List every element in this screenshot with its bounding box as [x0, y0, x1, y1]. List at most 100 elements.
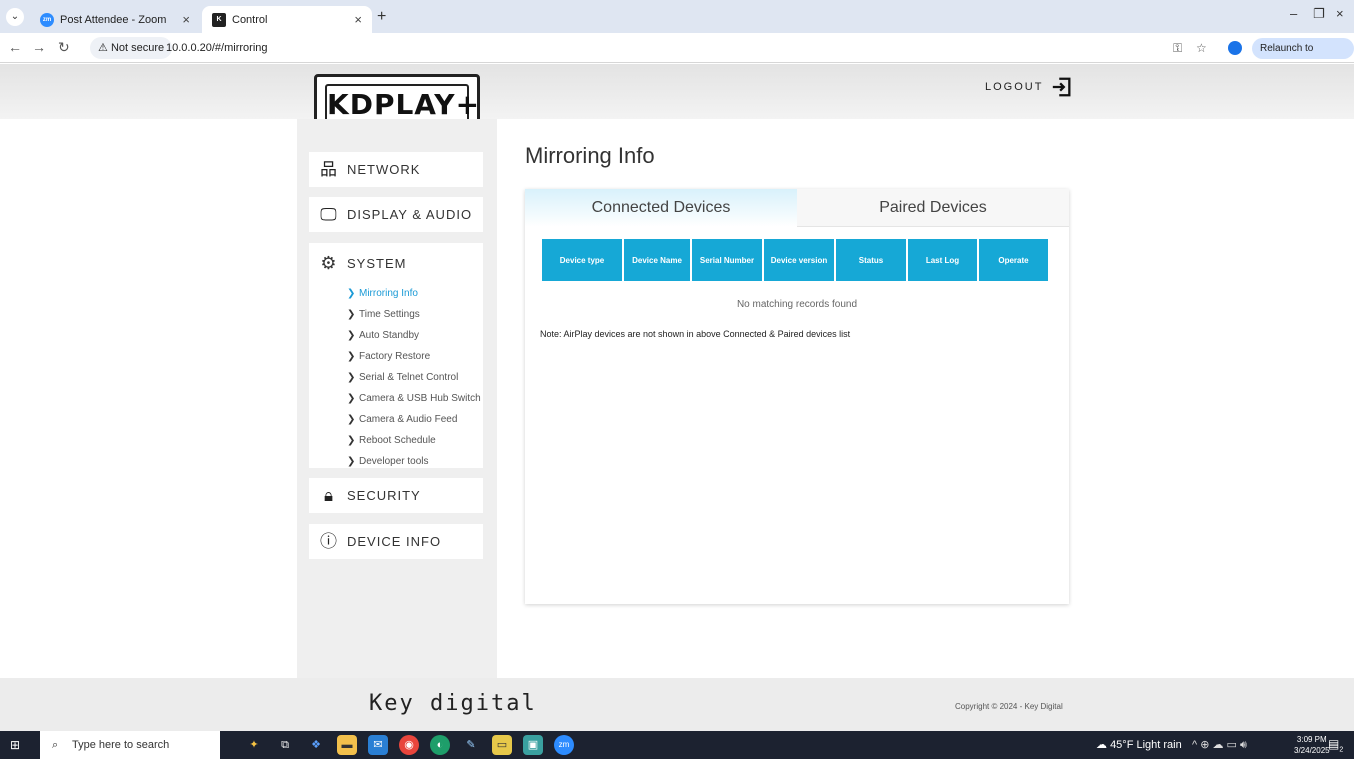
search-icon: ⌕ — [52, 739, 59, 751]
column-header-device-name[interactable]: Device Name — [624, 239, 690, 281]
browser-tab-control[interactable]: K Control × — [202, 6, 372, 33]
task-view-icon[interactable]: ⧉ — [275, 735, 295, 755]
copilot-icon[interactable]: ✦ — [244, 735, 264, 755]
security-label: Not secure — [110, 42, 165, 54]
search-placeholder: Type here to search — [72, 739, 170, 751]
logout-button[interactable]: LOGOUT — [985, 76, 1073, 98]
restore-icon[interactable]: ❐ — [1313, 6, 1325, 22]
submenu-label: Reboot Schedule — [359, 435, 436, 446]
logo-text: KDPLAY+ — [325, 84, 479, 122]
table-header-row: Device type Device Name Serial Number De… — [542, 239, 1048, 281]
forward-icon[interactable]: → — [32, 39, 46, 55]
submenu-factory-restore[interactable]: ❯ Factory Restore — [347, 346, 483, 367]
clock-date: 3/24/2025 — [1294, 746, 1330, 755]
submenu-label: Serial & Telnet Control — [359, 372, 459, 383]
column-header-status[interactable]: Status — [836, 239, 906, 281]
zoom-taskbar-icon[interactable]: zm — [554, 735, 574, 755]
key-digital-logo: Key digital — [369, 691, 537, 716]
tab-paired-devices[interactable]: Paired Devices — [797, 189, 1069, 227]
tab-search-button[interactable]: ⌄ — [6, 8, 24, 26]
column-header-device-version[interactable]: Device version — [764, 239, 834, 281]
submenu-camera-audio-feed[interactable]: ❯ Camera & Audio Feed — [347, 409, 483, 430]
browser-tabstrip: ⌄ zm Post Attendee - Zoom × K Control × … — [0, 0, 1354, 33]
sidebar-item-security[interactable]: 🔒︎ SECURITY — [309, 478, 483, 513]
app-icon[interactable]: ▣ — [523, 735, 543, 755]
submenu-reboot-schedule[interactable]: ❯ Reboot Schedule — [347, 430, 483, 451]
close-tab-icon[interactable]: × — [182, 12, 190, 27]
close-window-icon[interactable]: × — [1336, 6, 1344, 21]
widgets-icon[interactable]: ❖ — [306, 735, 326, 755]
chevron-right-icon: ❯ — [347, 456, 356, 467]
submenu-label: Auto Standby — [359, 330, 420, 341]
close-tab-icon[interactable]: × — [354, 12, 362, 27]
column-header-device-type[interactable]: Device type — [542, 239, 622, 281]
remote-desktop-icon[interactable]: ▭ — [492, 735, 512, 755]
not-secure-chip[interactable]: ⚠ Not secure — [90, 37, 173, 59]
sidebar-item-system[interactable]: ⚙ SYSTEM — [309, 243, 483, 273]
password-key-icon[interactable]: ⚿ — [1173, 41, 1182, 56]
page-title: Mirroring Info — [525, 143, 655, 168]
system-tray[interactable]: ^ ⊕ ☁ ▭ 🔊︎ — [1192, 731, 1247, 759]
sidebar-item-network[interactable]: 品 NETWORK — [309, 152, 483, 187]
gear-icon: ⚙ — [320, 253, 338, 273]
airplay-note: Note: AirPlay devices are not shown in a… — [540, 329, 851, 339]
taskbar-clock[interactable]: 3:09 PM 3/24/2025 — [1294, 734, 1330, 756]
submenu-developer-tools[interactable]: ❯ Developer tools — [347, 451, 483, 472]
chevron-right-icon: ❯ — [347, 393, 356, 404]
column-header-operate[interactable]: Operate — [979, 239, 1048, 281]
submenu-camera-usb-hub-switch[interactable]: ❯ Camera & USB Hub Switch — [347, 388, 483, 409]
profile-avatar[interactable] — [1228, 41, 1242, 55]
devices-table: Device type Device Name Serial Number De… — [540, 239, 1050, 281]
edge-icon[interactable]: ◐ — [430, 735, 450, 755]
zoom-icon: zm — [40, 12, 54, 27]
app-icon[interactable]: ✎ — [461, 735, 481, 755]
page-left-background — [0, 119, 297, 678]
submenu-time-settings[interactable]: ❯ Time Settings — [347, 304, 483, 325]
back-icon[interactable]: ← — [8, 39, 22, 55]
logout-label: LOGOUT — [985, 81, 1044, 93]
chevron-right-icon: ❯ — [347, 288, 356, 299]
sidebar-item-label: SYSTEM — [347, 255, 407, 271]
page-footer: Key digital Copyright © 2024 - Key Digit… — [0, 678, 1354, 731]
page-header: KDPLAY+ LOGOUT — [0, 64, 1354, 132]
mail-icon[interactable]: ✉ — [368, 735, 388, 755]
minimize-icon[interactable]: – — [1290, 6, 1297, 21]
column-header-last-log[interactable]: Last Log — [908, 239, 977, 281]
reload-icon[interactable]: ↻ — [58, 39, 70, 56]
notification-icon[interactable]: ▤2 — [1328, 737, 1343, 753]
submenu-label: Time Settings — [359, 309, 420, 320]
clock-time: 3:09 PM — [1296, 735, 1327, 744]
submenu-auto-standby[interactable]: ❯ Auto Standby — [347, 325, 483, 346]
tab-connected-devices[interactable]: Connected Devices — [525, 189, 797, 227]
sidebar-item-label: NETWORK — [347, 162, 421, 177]
sidebar-item-device-info[interactable]: ⓘ DEVICE INFO — [309, 524, 483, 559]
chrome-icon[interactable]: ◉ — [399, 735, 419, 755]
windows-start-icon[interactable]: ⊞ — [10, 738, 20, 752]
weather-widget[interactable]: ☁ 45°F Light rain — [1096, 731, 1182, 759]
sidebar-item-label: SECURITY — [347, 488, 421, 503]
main-content: Mirroring Info Connected Devices Paired … — [497, 119, 1354, 678]
chevron-right-icon: ❯ — [347, 414, 356, 425]
bookmark-star-icon[interactable]: ☆ — [1196, 41, 1207, 55]
empty-table-message: No matching records found — [736, 299, 858, 310]
sidebar-item-display-audio[interactable]: 🖵 DISPLAY & AUDIO — [309, 197, 483, 232]
sidebar: 品 NETWORK 🖵 DISPLAY & AUDIO ⚙ SYSTEM ❯ Mi… — [297, 119, 497, 678]
url-text[interactable]: 10.0.0.20/#/mirroring — [166, 37, 268, 59]
taskbar-apps: ✦ ⧉ ❖ ▬ ✉ ◉ ◐ ✎ ▭ ▣ zm — [244, 735, 574, 755]
warning-icon: ⚠ — [98, 42, 108, 54]
omnibox[interactable]: ⚠ Not secure 10.0.0.20/#/mirroring — [90, 37, 1130, 59]
key-digital-icon: K — [212, 12, 226, 27]
system-submenu: ❯ Mirroring Info ❯ Time Settings ❯ Auto Sta… — [347, 283, 483, 472]
file-explorer-icon[interactable]: ▬ — [337, 735, 357, 755]
submenu-serial-telnet-control[interactable]: ❯ Serial & Telnet Control — [347, 367, 483, 388]
relaunch-button[interactable]: Relaunch to update ⋮ — [1252, 38, 1354, 75]
sidebar-item-label: DEVICE INFO — [347, 534, 442, 549]
device-tabs: Connected Devices Paired Devices — [525, 189, 1069, 227]
browser-tab-zoom[interactable]: zm Post Attendee - Zoom × — [30, 6, 200, 33]
new-tab-button[interactable]: + — [377, 8, 386, 26]
taskbar-search-box[interactable]: ⌕ Type here to search — [40, 731, 220, 759]
submenu-mirroring-info[interactable]: ❯ Mirroring Info — [347, 283, 483, 304]
network-icon: 品 — [320, 159, 338, 179]
logout-icon — [1053, 77, 1071, 97]
column-header-serial-number[interactable]: Serial Number — [692, 239, 762, 281]
